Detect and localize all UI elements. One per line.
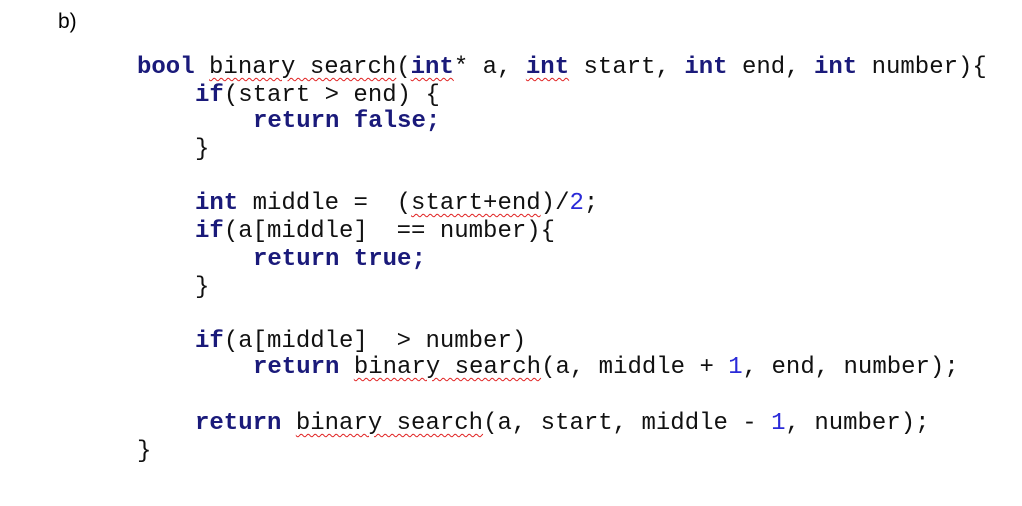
code-line: }	[195, 275, 209, 301]
code-token: (a[middle] == number){	[223, 218, 556, 245]
code-token: }	[195, 136, 210, 163]
keyword-token: false;	[353, 108, 441, 135]
code-token: (start > end) {	[223, 82, 440, 109]
keyword-token: if	[195, 328, 224, 355]
keyword-token: return	[253, 108, 340, 135]
code-line: if(a[middle] == number){	[195, 219, 555, 245]
code-line: }	[137, 439, 151, 465]
spellcheck-flagged-token: start+end	[411, 190, 541, 217]
code-token: (a, start, middle -	[483, 410, 772, 437]
code-token: (	[396, 54, 411, 81]
section-label: b)	[58, 10, 77, 33]
keyword-token: int	[195, 190, 239, 217]
code-token: number){	[857, 54, 987, 81]
keyword-token: int	[410, 54, 454, 81]
code-token: )/	[540, 190, 570, 217]
keyword-token: bool	[137, 54, 195, 81]
code-line: if(start > end) {	[195, 83, 440, 109]
code-token: ;	[583, 190, 599, 217]
code-line: }	[195, 137, 209, 163]
keyword-token: int	[684, 54, 728, 81]
code-line: bool binary search(int* a, int start, in…	[137, 55, 987, 81]
code-token: }	[137, 438, 152, 465]
spellcheck-flagged-token: binary search	[209, 54, 397, 81]
code-line: return true;	[253, 247, 426, 273]
code-token: (a[middle] > number)	[223, 328, 527, 355]
keyword-token: true;	[353, 246, 426, 273]
code-token: * a,	[453, 54, 526, 81]
code-token: , number);	[785, 410, 930, 437]
number-literal: 1	[771, 410, 786, 437]
code-line: int middle = (start+end)/2;	[195, 191, 598, 217]
code-line: return binary search(a, middle + 1, end,…	[253, 355, 959, 381]
keyword-token: return	[253, 246, 340, 273]
code-line: return false;	[253, 109, 440, 135]
number-literal: 1	[728, 354, 743, 381]
keyword-token: return	[195, 410, 282, 437]
keyword-token: int	[813, 54, 858, 81]
spellcheck-flagged-token: binary search	[353, 354, 542, 381]
spellcheck-flagged-token: binary search	[295, 410, 484, 437]
keyword-token: if	[195, 82, 224, 109]
keyword-token: if	[195, 218, 224, 245]
number-literal: 2	[569, 190, 584, 217]
keyword-token: int	[525, 54, 570, 81]
code-line: if(a[middle] > number)	[195, 329, 526, 355]
keyword-token: return	[253, 354, 340, 381]
code-token: (a, middle +	[541, 354, 729, 381]
code-token: , end, number);	[742, 354, 959, 381]
code-token: start,	[569, 54, 685, 81]
code-line: return binary search(a, start, middle - …	[195, 411, 930, 437]
code-token: }	[195, 274, 210, 301]
code-token: end,	[727, 54, 814, 81]
code-token: middle = (	[238, 190, 412, 217]
